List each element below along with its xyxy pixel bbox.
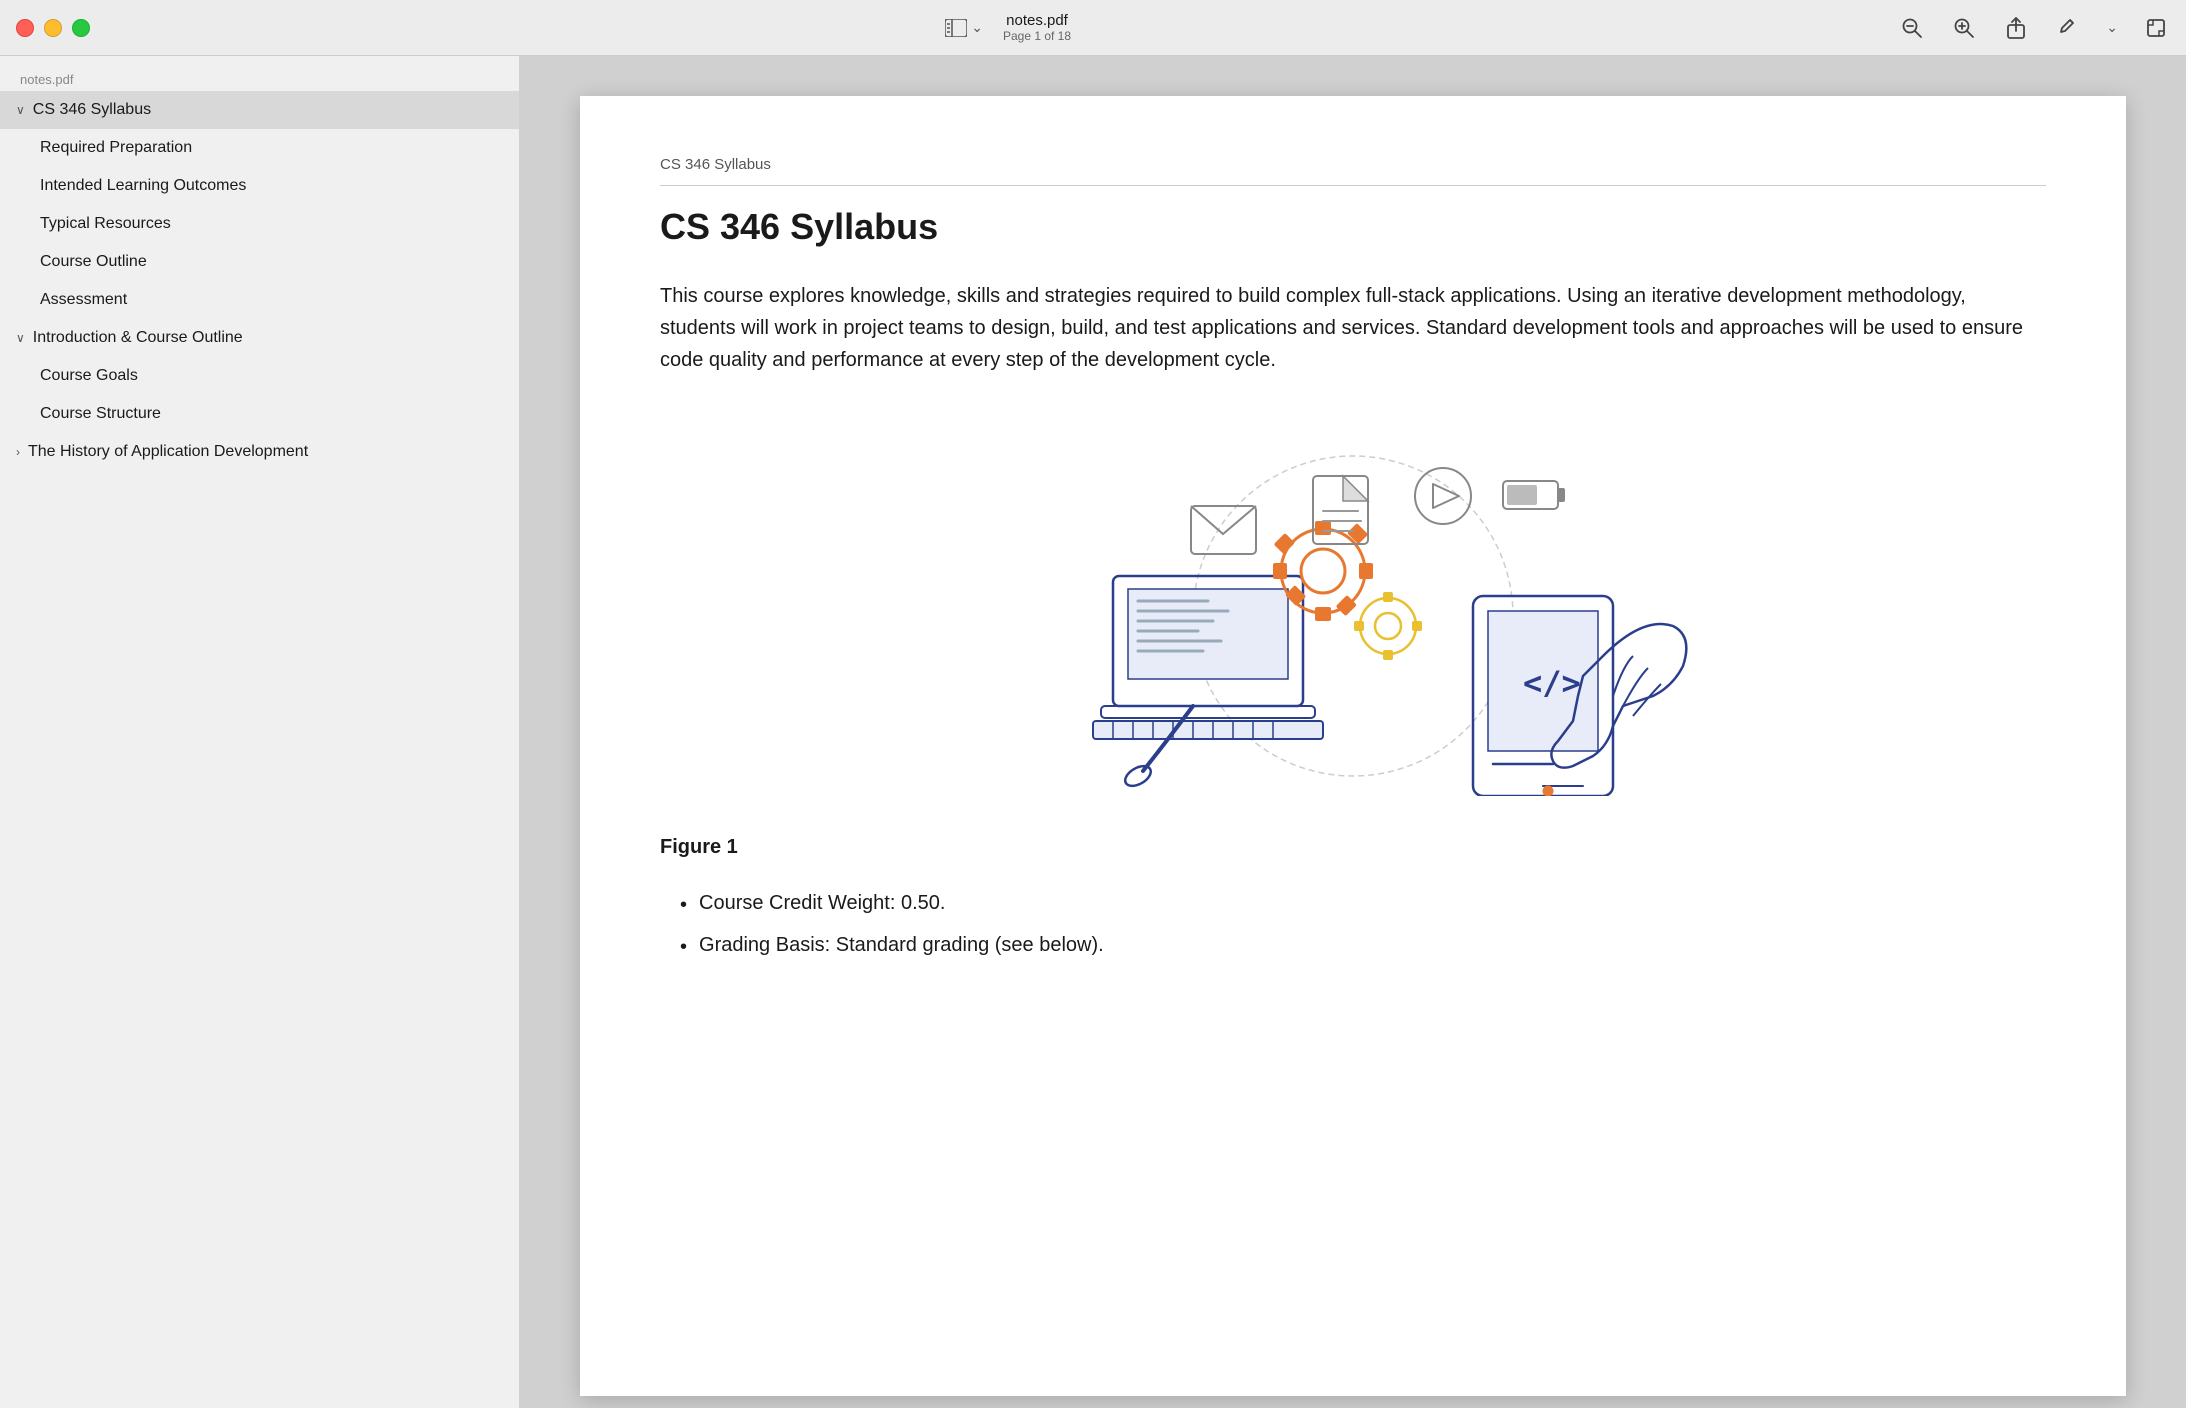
course-illustration: </> bbox=[1013, 416, 1693, 796]
sidebar-item-label: Intended Learning Outcomes bbox=[40, 177, 246, 195]
sidebar-item-label: Course Structure bbox=[40, 405, 161, 423]
sidebar-item-label: Course Outline bbox=[40, 253, 147, 271]
sidebar-item-typical-resources[interactable]: Typical Resources bbox=[0, 205, 519, 243]
titlebar: ⌄ notes.pdf Page 1 of 18 bbox=[0, 0, 2186, 56]
sidebar-item-label: Introduction & Course Outline bbox=[33, 329, 243, 347]
sidebar-item-label: Required Preparation bbox=[40, 139, 192, 157]
pdf-body-text: This course explores knowledge, skills a… bbox=[660, 280, 2046, 376]
sidebar-item-history-app-dev[interactable]: › The History of Application Development bbox=[0, 433, 519, 471]
crop-button[interactable] bbox=[2142, 14, 2170, 42]
chevron-down-icon: ∨ bbox=[16, 103, 25, 117]
pdf-list: Course Credit Weight: 0.50. Grading Basi… bbox=[660, 883, 2046, 967]
svg-text:</>: </> bbox=[1523, 664, 1581, 702]
zoom-in-button[interactable] bbox=[1950, 14, 1978, 42]
pdf-figure-container: </> bbox=[660, 416, 2046, 796]
sidebar-icon bbox=[945, 19, 967, 37]
sidebar-item-course-structure[interactable]: Course Structure bbox=[0, 395, 519, 433]
chevron-right-icon: › bbox=[16, 445, 20, 459]
toolbar-right: ⌄ bbox=[1898, 14, 2170, 42]
figure-caption: Figure 1 bbox=[660, 836, 2046, 859]
traffic-lights bbox=[16, 19, 90, 37]
title-center: ⌄ notes.pdf Page 1 of 18 bbox=[110, 12, 1898, 43]
sidebar-item-cs346-syllabus[interactable]: ∨ CS 346 Syllabus bbox=[0, 91, 519, 129]
sidebar-toggle-button[interactable]: ⌄ bbox=[937, 15, 991, 41]
share-button[interactable] bbox=[2002, 14, 2030, 42]
window-title: notes.pdf bbox=[1006, 12, 1068, 29]
main-layout: notes.pdf ∨ CS 346 Syllabus Required Pre… bbox=[0, 56, 2186, 1408]
sidebar-toggle-chevron: ⌄ bbox=[971, 19, 983, 36]
fullscreen-button[interactable] bbox=[72, 19, 90, 37]
sidebar-item-intended-learning-outcomes[interactable]: Intended Learning Outcomes bbox=[0, 167, 519, 205]
close-button[interactable] bbox=[16, 19, 34, 37]
page-info: Page 1 of 18 bbox=[1003, 29, 1071, 43]
list-item: Grading Basis: Standard grading (see bel… bbox=[680, 925, 2046, 967]
sidebar-item-label: The History of Application Development bbox=[28, 443, 308, 461]
sidebar-item-intro-course-outline[interactable]: ∨ Introduction & Course Outline bbox=[0, 319, 519, 357]
list-item: Course Credit Weight: 0.50. bbox=[680, 883, 2046, 925]
sidebar-item-label: Assessment bbox=[40, 291, 127, 309]
pdf-page: CS 346 Syllabus CS 346 Syllabus This cou… bbox=[580, 96, 2126, 1396]
sidebar-item-assessment[interactable]: Assessment bbox=[0, 281, 519, 319]
chevron-down-icon: ∨ bbox=[16, 331, 25, 345]
pdf-main-title: CS 346 Syllabus bbox=[660, 206, 2046, 248]
sidebar-item-label: Course Goals bbox=[40, 367, 138, 385]
sidebar-item-label: CS 346 Syllabus bbox=[33, 101, 151, 119]
sidebar-item-course-outline[interactable]: Course Outline bbox=[0, 243, 519, 281]
sidebar-item-required-preparation[interactable]: Required Preparation bbox=[0, 129, 519, 167]
sidebar-filename: notes.pdf bbox=[0, 64, 519, 91]
annotate-button[interactable] bbox=[2054, 14, 2082, 42]
title-info: notes.pdf Page 1 of 18 bbox=[1003, 12, 1071, 43]
breadcrumb: CS 346 Syllabus bbox=[660, 156, 2046, 186]
sidebar-item-label: Typical Resources bbox=[40, 215, 171, 233]
sidebar: notes.pdf ∨ CS 346 Syllabus Required Pre… bbox=[0, 56, 520, 1408]
annotate-chevron[interactable]: ⌄ bbox=[2106, 19, 2118, 36]
pdf-area[interactable]: CS 346 Syllabus CS 346 Syllabus This cou… bbox=[520, 56, 2186, 1408]
zoom-out-button[interactable] bbox=[1898, 14, 1926, 42]
minimize-button[interactable] bbox=[44, 19, 62, 37]
sidebar-item-course-goals[interactable]: Course Goals bbox=[0, 357, 519, 395]
